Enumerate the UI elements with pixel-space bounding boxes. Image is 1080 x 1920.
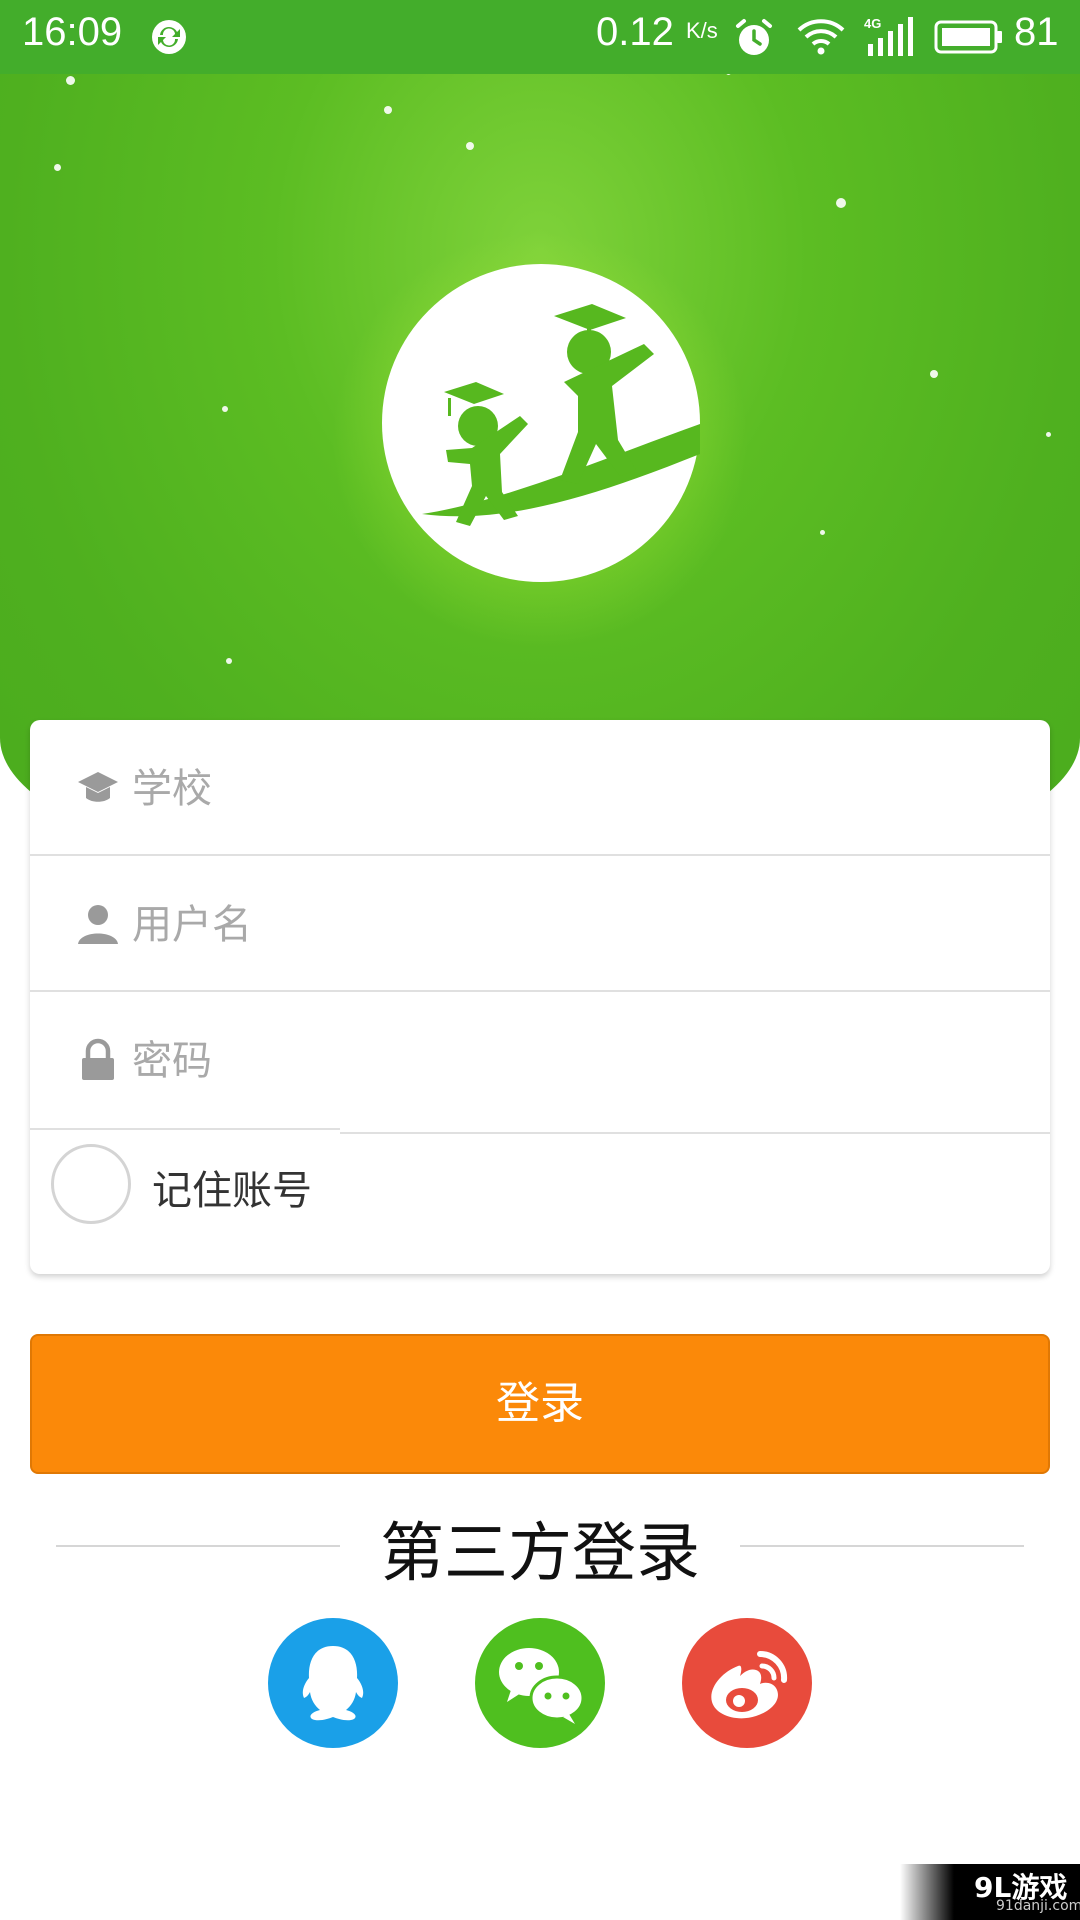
battery-level: 81 — [1014, 10, 1059, 54]
sync-icon — [150, 18, 188, 60]
school-input[interactable] — [130, 750, 1014, 828]
graduation-cap-icon — [78, 772, 118, 802]
status-bar: 16:09 0.12 K/s 4G 81 — [0, 0, 1080, 74]
remember-account-row[interactable]: 记住账号 — [30, 1130, 1050, 1250]
star-decoration — [66, 76, 75, 85]
wechat-login-button[interactable] — [475, 1618, 605, 1748]
third-party-title: 第三方登录 — [340, 1502, 740, 1594]
user-icon — [78, 905, 118, 944]
login-card: 记住账号 — [30, 720, 1050, 1274]
wifi-icon — [796, 16, 846, 60]
password-input[interactable] — [130, 1022, 1014, 1100]
remember-account-checkbox[interactable] — [51, 1144, 131, 1224]
weibo-icon — [711, 1650, 788, 1719]
svg-text:4G: 4G — [864, 16, 881, 31]
login-screen: 16:09 0.12 K/s 4G 81 学校 用户名 记住账号 登录 第三方登… — [0, 0, 1080, 1920]
star-decoration — [54, 164, 61, 171]
qq-icon — [302, 1646, 364, 1721]
battery-icon — [934, 20, 1004, 58]
alarm-icon — [734, 18, 774, 62]
weibo-login-button[interactable] — [682, 1618, 812, 1748]
lock-icon — [82, 1038, 114, 1080]
star-decoration — [930, 370, 938, 378]
password-field[interactable] — [30, 992, 1050, 1128]
star-decoration — [226, 658, 232, 664]
third-party-divider-right — [724, 1545, 1024, 1547]
school-field[interactable] — [30, 720, 1050, 856]
star-decoration — [1046, 432, 1051, 437]
star-decoration — [836, 198, 846, 208]
third-party-divider-left — [56, 1545, 356, 1547]
star-decoration — [222, 406, 228, 412]
star-decoration — [820, 530, 825, 535]
star-decoration — [384, 106, 392, 114]
watermark-url: 91danji.com — [996, 1898, 1080, 1914]
signal-4g-icon: 4G — [864, 14, 918, 62]
username-input[interactable] — [130, 886, 1014, 964]
login-button[interactable]: 登录 — [30, 1334, 1050, 1474]
qq-login-button[interactable] — [268, 1618, 398, 1748]
wechat-icon — [499, 1648, 585, 1724]
app-logo — [382, 264, 700, 582]
remember-account-label: 记住账号 — [152, 1168, 312, 1214]
star-decoration — [466, 142, 474, 150]
username-field[interactable] — [30, 856, 1050, 992]
status-time: 16:09 — [22, 10, 123, 54]
network-speed-unit: K/s — [686, 18, 718, 43]
network-speed: 0.12 — [596, 10, 674, 54]
